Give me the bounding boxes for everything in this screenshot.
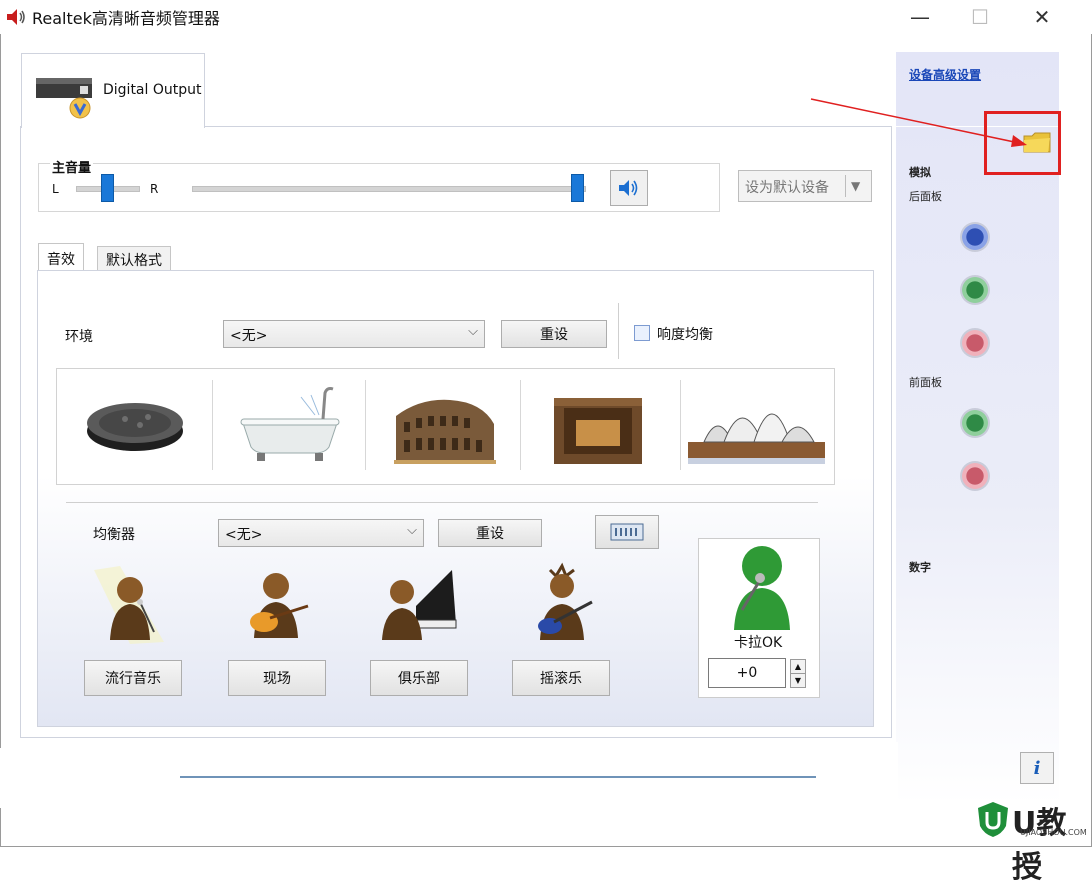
- chevron-down-icon: ⌵: [407, 523, 417, 538]
- environment-reset-label: 重设: [540, 327, 568, 343]
- tab-digital-output-label: Digital Output: [103, 82, 202, 98]
- watermark-text: U教授: [1012, 806, 1067, 885]
- pop-singer-icon[interactable]: [90, 562, 172, 646]
- speaker-icon: [619, 180, 638, 196]
- spin-down-button[interactable]: ▼: [790, 673, 806, 688]
- rock-guitarist-icon[interactable]: [526, 562, 598, 644]
- blurred-region: [0, 748, 180, 808]
- preset-rock-label: 摇滚乐: [540, 671, 582, 687]
- preset-rock-button[interactable]: 摇滚乐: [512, 660, 610, 696]
- master-volume-track[interactable]: [192, 186, 586, 192]
- karaoke-pitch-value: +0: [736, 665, 758, 681]
- tab-sound-effects-label: 音效: [47, 251, 75, 268]
- front-jack-green[interactable]: [960, 408, 990, 438]
- spin-up-button[interactable]: ▲: [790, 659, 806, 674]
- environment-label: 环境: [65, 329, 93, 345]
- live-guitarist-icon[interactable]: [236, 566, 316, 642]
- dropdown-separator: [845, 175, 846, 197]
- section-divider: [66, 502, 818, 503]
- preset-divider: [520, 380, 521, 470]
- opera-house-preset-icon[interactable]: [684, 380, 829, 470]
- karaoke-label: 卡拉OK: [734, 635, 783, 651]
- rear-panel-label: 后面板: [909, 190, 942, 203]
- bottom-divider: [178, 776, 816, 778]
- tab-default-format-label: 默认格式: [106, 252, 162, 269]
- club-pianist-icon[interactable]: [378, 562, 460, 644]
- balance-right-label: R: [150, 182, 159, 196]
- digital-output-device-icon: [36, 78, 92, 119]
- maximize-button[interactable]: ☐: [960, 2, 1000, 32]
- minimize-button[interactable]: —: [900, 2, 940, 32]
- equalizer-label: 均衡器: [93, 527, 135, 543]
- stone-disc-preset-icon[interactable]: [80, 395, 190, 455]
- advanced-settings-link[interactable]: 设备高级设置: [909, 66, 981, 83]
- loudness-equalization-checkbox[interactable]: [634, 325, 650, 341]
- preset-divider: [680, 380, 681, 470]
- rear-jack-green[interactable]: [960, 275, 990, 305]
- blurred-region: [818, 742, 898, 808]
- vertical-divider: [618, 303, 619, 359]
- equalizer-reset-button[interactable]: 重设: [438, 519, 542, 547]
- graphic-equalizer-button[interactable]: [595, 515, 659, 549]
- environment-select[interactable]: <无> ⌵: [223, 320, 485, 348]
- window-title: Realtek高清晰音频管理器: [32, 9, 220, 28]
- preset-pop-label: 流行音乐: [105, 671, 161, 687]
- loudness-equalization-label: 响度均衡: [657, 327, 713, 343]
- watermark-subtext: UJIAOSHOU.COM: [1020, 828, 1087, 837]
- rear-jack-blue[interactable]: [960, 222, 990, 252]
- bathtub-preset-icon[interactable]: [235, 385, 345, 465]
- equalizer-reset-label: 重设: [476, 526, 504, 542]
- preset-divider: [212, 380, 213, 470]
- mute-button[interactable]: [610, 170, 648, 206]
- environment-select-value: <无>: [230, 328, 268, 344]
- balance-left-label: L: [52, 182, 59, 196]
- speaker-app-icon: [7, 9, 25, 25]
- preset-divider: [365, 380, 366, 470]
- watermark-shield-logo: [978, 802, 1008, 837]
- front-jack-pink[interactable]: [960, 461, 990, 491]
- analog-section-label: 模拟: [909, 166, 931, 179]
- stone-room-preset-icon[interactable]: [548, 390, 648, 470]
- balance-slider-thumb[interactable]: [101, 174, 114, 202]
- preset-club-button[interactable]: 俱乐部: [370, 660, 468, 696]
- preset-live-button[interactable]: 现场: [228, 660, 326, 696]
- chevron-down-icon[interactable]: ▼: [851, 179, 860, 193]
- rear-jack-pink[interactable]: [960, 328, 990, 358]
- equalizer-select[interactable]: <无> ⌵: [218, 519, 424, 547]
- info-button[interactable]: i: [1020, 752, 1054, 784]
- set-default-device-label: 设为默认设备: [745, 180, 829, 196]
- volume-group-title: 主音量: [50, 157, 94, 176]
- preset-pop-button[interactable]: 流行音乐: [84, 660, 182, 696]
- chevron-down-icon: ⌵: [468, 324, 478, 339]
- karaoke-pitch-input[interactable]: +0: [708, 658, 786, 688]
- tab-sound-effects[interactable]: 音效: [38, 243, 84, 273]
- tab-default-format[interactable]: 默认格式: [97, 246, 171, 272]
- set-default-device-button[interactable]: 设为默认设备 ▼: [738, 170, 872, 202]
- equalizer-grid-icon: [610, 523, 644, 541]
- annotation-arrow: [810, 98, 1027, 147]
- preset-club-label: 俱乐部: [398, 671, 440, 687]
- equalizer-select-value: <无>: [225, 527, 263, 543]
- karaoke-singer-icon[interactable]: [722, 540, 794, 632]
- info-icon: i: [1033, 757, 1041, 779]
- environment-reset-button[interactable]: 重设: [501, 320, 607, 348]
- master-volume-thumb[interactable]: [571, 174, 584, 202]
- colosseum-preset-icon[interactable]: [390, 388, 500, 468]
- front-panel-label: 前面板: [909, 376, 942, 389]
- preset-live-label: 现场: [263, 671, 291, 687]
- digital-section-label: 数字: [909, 561, 931, 574]
- close-button[interactable]: ✕: [1022, 2, 1062, 32]
